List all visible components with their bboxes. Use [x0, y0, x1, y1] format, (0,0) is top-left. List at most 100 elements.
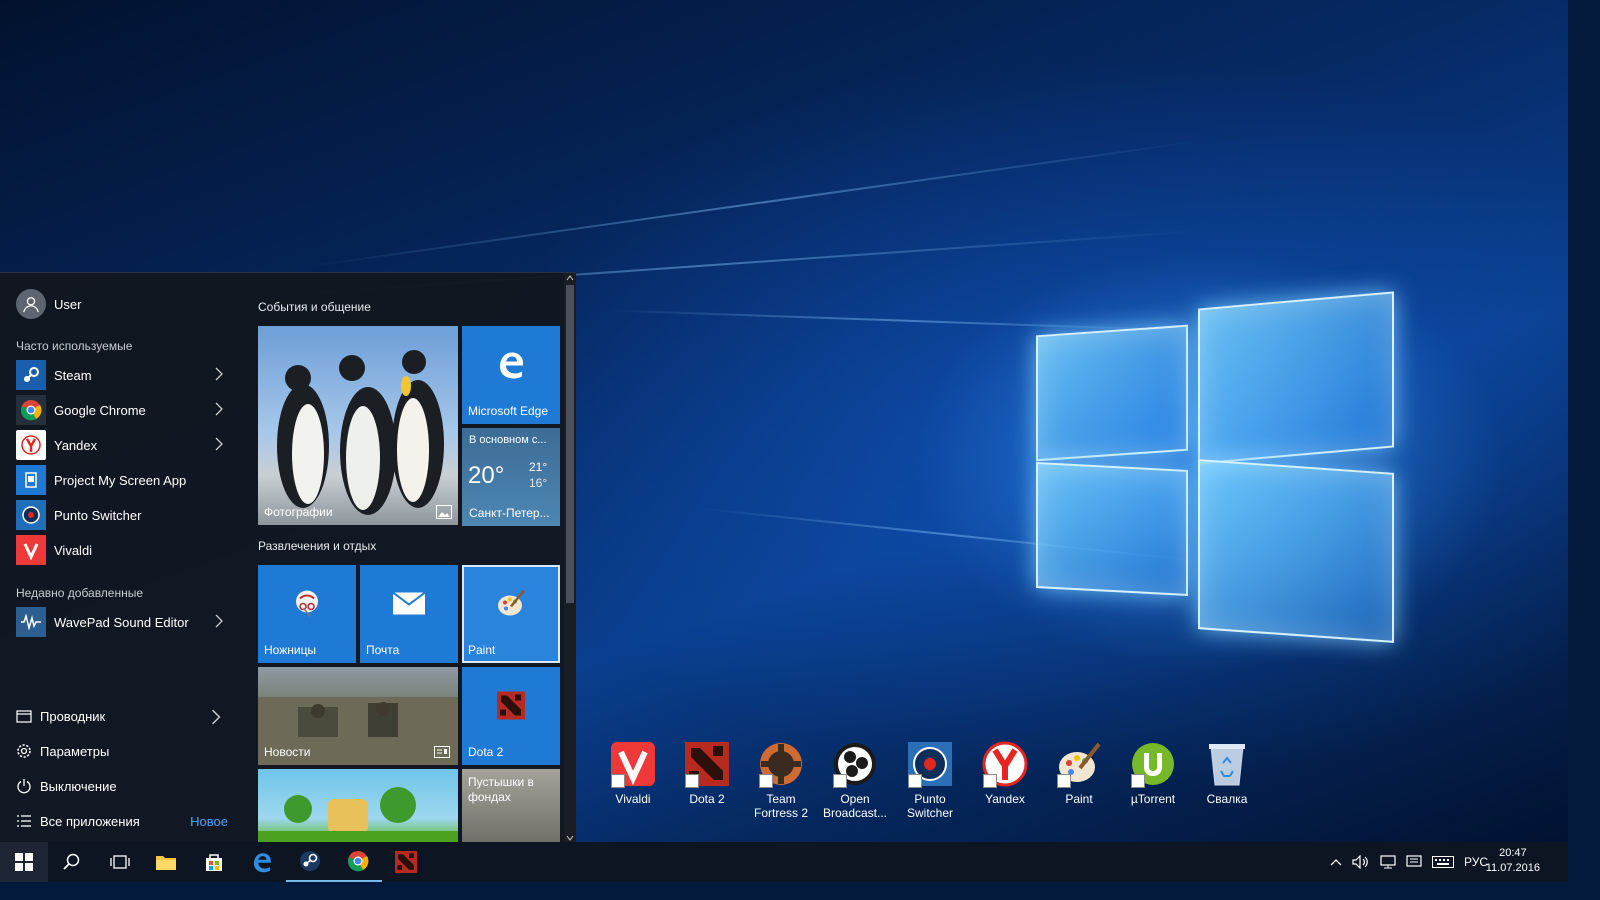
tile-dota-2[interactable]: Dota 2	[462, 667, 560, 765]
start-scrollbar[interactable]	[564, 273, 576, 843]
desktop-icon-label: Punto Switcher	[906, 792, 953, 820]
recent-title: Недавно добавленные	[16, 586, 144, 600]
chevron-up-icon[interactable]	[1330, 858, 1342, 866]
start-power-label: Выключение	[40, 778, 117, 794]
chrome-icon	[348, 851, 369, 872]
tile-photos-label: Фотографии	[264, 505, 333, 519]
desktop-icon-paint[interactable]: Paint	[1042, 740, 1116, 806]
desktop-icon-yandex[interactable]: Yandex	[968, 740, 1042, 806]
shortcut-arrow-icon	[908, 774, 922, 788]
start-explorer[interactable]: Проводник	[16, 703, 228, 729]
chevron-right-icon[interactable]	[214, 437, 224, 451]
start-item-vivaldi[interactable]: Vivaldi	[16, 534, 228, 566]
desktop-icon-punto-switcher[interactable]: Punto Switcher	[893, 740, 967, 820]
desktop-icon-label: Open Broadcast...	[822, 792, 888, 820]
tile-mail-label: Почта	[366, 643, 400, 657]
windows-logo-pane	[1036, 462, 1188, 596]
desktop-icon-label: µTorrent	[1130, 792, 1176, 806]
edge-icon	[253, 853, 271, 873]
user-avatar-icon	[16, 289, 46, 319]
steam-icon	[300, 851, 320, 871]
desktop-icon-dota-2[interactable]: Dota 2	[670, 740, 744, 806]
desktop-icon-label: Dota 2	[689, 792, 725, 806]
start-button[interactable]	[0, 842, 48, 882]
network-icon[interactable]	[1380, 855, 1396, 869]
tile-microsoft-edge[interactable]: Microsoft Edge	[462, 326, 560, 424]
tile-weather[interactable]: В основном с... 20° 21° 16° Санкт-Петер.…	[462, 428, 560, 526]
vivaldi-icon	[609, 740, 657, 788]
search-button[interactable]	[48, 842, 96, 882]
tile-mail[interactable]: Почта	[360, 565, 458, 663]
taskbar-steam[interactable]	[286, 842, 334, 882]
light-beam	[308, 140, 1201, 268]
desktop-icon-recycle-bin[interactable]: Свалка	[1190, 740, 1264, 806]
keyboard-icon[interactable]	[1432, 856, 1454, 868]
scroll-down-icon[interactable]	[566, 835, 574, 841]
chevron-right-icon[interactable]	[214, 614, 224, 628]
start-item-project-my-screen[interactable]: Project My Screen App	[16, 464, 228, 496]
chevron-right-icon[interactable]	[214, 402, 224, 416]
weather-city: Санкт-Петер...	[469, 506, 550, 520]
tile-photos[interactable]: Фотографии	[258, 326, 458, 525]
desktop-icon-obs[interactable]: Open Broadcast...	[818, 740, 892, 820]
file-explorer-icon	[16, 710, 32, 723]
taskbar-edge[interactable]	[238, 842, 286, 882]
taskbar-store[interactable]	[190, 842, 238, 882]
yandex-icon	[981, 740, 1029, 788]
start-item-wavepad[interactable]: WavePad Sound Editor	[16, 606, 228, 638]
windows-logo-pane	[1036, 324, 1188, 462]
desktop-icon-utorrent[interactable]: µTorrent	[1116, 740, 1190, 806]
desktop-icon-label: Paint	[1065, 792, 1093, 806]
start-settings[interactable]: Параметры	[16, 738, 228, 764]
project-screen-icon	[16, 465, 46, 495]
start-item-yandex[interactable]: Yandex	[16, 429, 228, 461]
tile-news[interactable]: Новости	[258, 667, 458, 765]
start-item-steam[interactable]: Steam	[16, 359, 228, 391]
start-item-punto-switcher[interactable]: Punto Switcher	[16, 499, 228, 531]
windows-logo-pane	[1198, 459, 1394, 643]
start-power[interactable]: Выключение	[16, 773, 228, 799]
tile-snipping-tool[interactable]: Ножницы	[258, 565, 356, 663]
chrome-icon	[16, 395, 46, 425]
tile-edge-label: Microsoft Edge	[468, 404, 549, 418]
taskbar-dota-2[interactable]	[382, 842, 430, 882]
notifications-icon[interactable]	[1406, 855, 1422, 869]
tile-paint[interactable]: Paint	[462, 565, 560, 663]
scroll-thumb[interactable]	[566, 285, 574, 603]
shortcut-arrow-icon	[685, 774, 699, 788]
chevron-right-icon[interactable]	[214, 367, 224, 381]
tile-dota-label: Dota 2	[468, 745, 504, 759]
desktop-icon-label: Team Fortress 2	[753, 792, 808, 820]
scissors-icon	[292, 589, 322, 624]
desktop-icon-team-fortress-2[interactable]: Team Fortress 2	[744, 740, 818, 820]
taskbar-file-explorer[interactable]	[142, 842, 190, 882]
edge-icon	[496, 350, 526, 385]
windows-logo-icon	[15, 853, 33, 871]
start-item-label: Vivaldi	[54, 542, 93, 558]
start-item-label: Punto Switcher	[54, 507, 142, 523]
tile-pustyshki[interactable]: Пустышки в фондах	[462, 769, 560, 843]
language-indicator[interactable]: РУС	[1464, 855, 1488, 869]
start-all-apps[interactable]: Все приложения Новое	[16, 808, 228, 834]
start-item-chrome[interactable]: Google Chrome	[16, 394, 228, 426]
power-icon	[17, 779, 31, 794]
start-item-label: Steam	[54, 367, 92, 383]
start-item-label: WavePad Sound Editor	[54, 614, 189, 630]
start-tiles-area: События и общение Фотографии Microsoft E…	[240, 273, 564, 843]
start-all-apps-label: Все приложения	[40, 813, 140, 829]
user-account[interactable]: User	[16, 289, 81, 319]
search-icon	[63, 853, 80, 870]
tile-game[interactable]	[258, 769, 458, 843]
desktop-icon-vivaldi[interactable]: Vivaldi	[596, 740, 670, 806]
light-beam	[600, 309, 1201, 332]
desktop-icon-label: Свалка	[1206, 792, 1248, 806]
volume-icon[interactable]	[1352, 855, 1370, 869]
scroll-up-icon[interactable]	[566, 275, 574, 281]
taskbar-chrome[interactable]	[334, 842, 382, 882]
task-view-icon	[110, 855, 130, 869]
chevron-right-icon[interactable]	[208, 709, 224, 725]
task-view-button[interactable]	[96, 842, 144, 882]
gear-icon	[17, 744, 31, 758]
punto-switcher-icon	[16, 500, 46, 530]
clock[interactable]: 20:47 11.07.2016	[1486, 846, 1540, 876]
